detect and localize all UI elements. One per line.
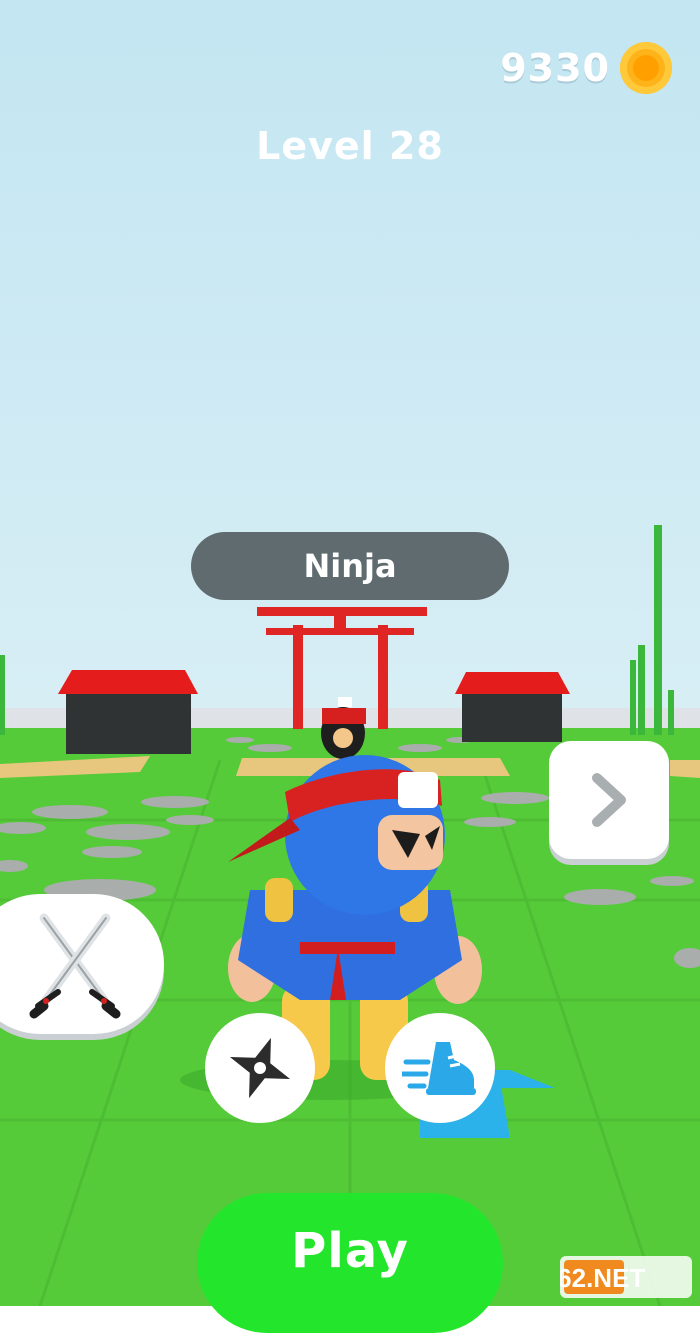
play-button[interactable]: Play [197,1193,503,1333]
coin-counter: 9330 [500,42,672,94]
next-skin-button[interactable] [549,741,669,859]
house-right [455,672,570,742]
speed-shoe-icon [402,1042,476,1095]
shuriken-ability-button[interactable] [205,1013,315,1123]
crossed-swords-icon [29,913,121,1019]
watermark-logo: 962.NET [560,1256,692,1298]
coin-count: 9330 [500,46,610,90]
character-name-label: Ninja [191,532,509,600]
game-scene [0,0,700,1306]
level-label: Level 28 [256,124,444,168]
chevron-right-icon [592,773,626,827]
svg-text:962.NET: 962.NET [560,1263,645,1293]
weapon-select-button[interactable] [0,894,164,1034]
speed-ability-button[interactable] [385,1013,495,1123]
shuriken-icon [229,1037,291,1099]
coin-icon [620,42,672,94]
house-left [58,670,198,754]
